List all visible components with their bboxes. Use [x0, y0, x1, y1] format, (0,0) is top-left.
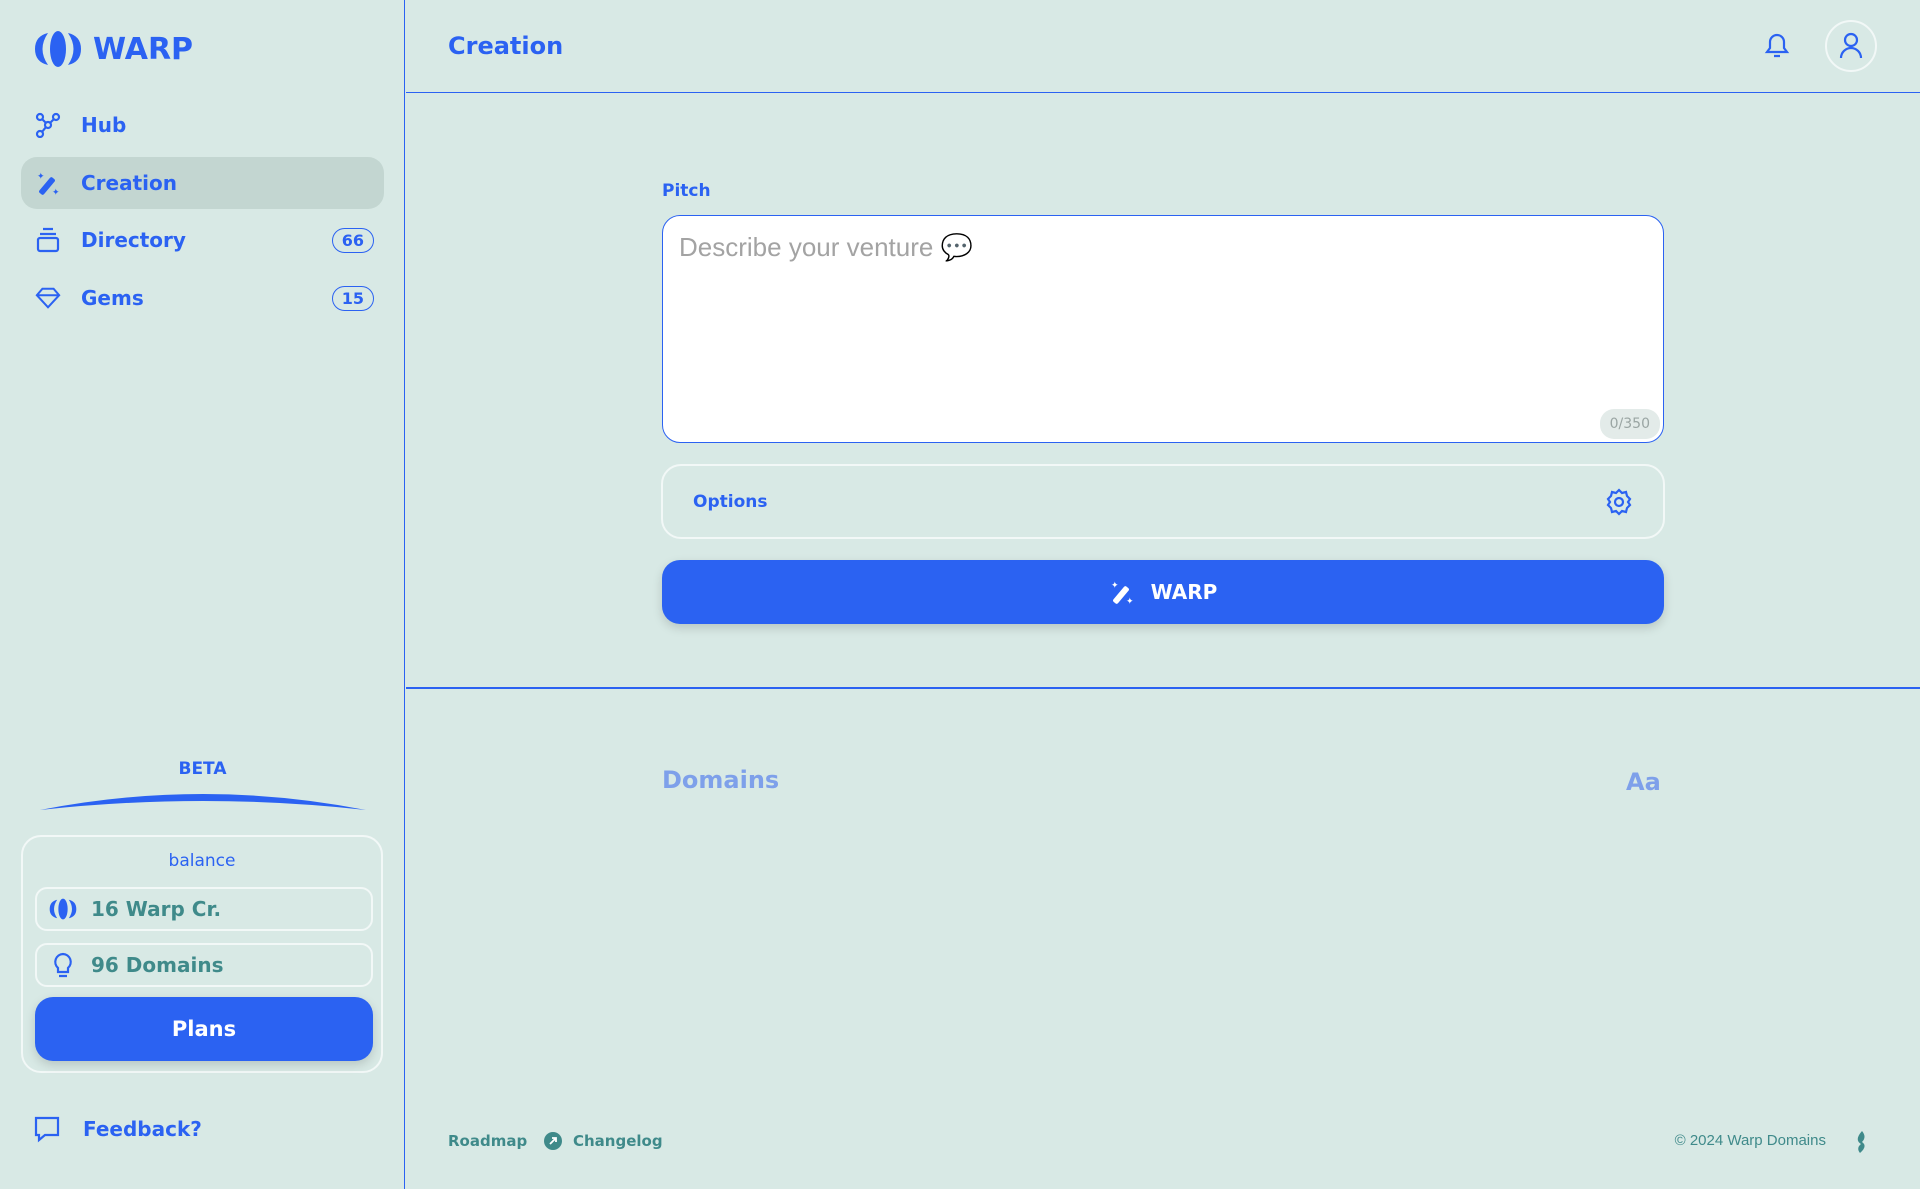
font-toggle-button[interactable]: Aa	[1626, 768, 1661, 796]
external-link-icon	[544, 1132, 562, 1150]
copyright: © 2024 Warp Domains	[1674, 1132, 1826, 1149]
balance-title: balance	[168, 851, 236, 871]
credits-text: 16 Warp Cr.	[91, 897, 222, 921]
chat-icon	[34, 1116, 60, 1143]
archive-icon	[35, 227, 61, 253]
sidebar: WARP Hub ✦ ✦ Creation Directory 66 Gems 1…	[0, 0, 405, 1189]
beta-arc-decoration	[40, 794, 366, 810]
svg-text:✦: ✦	[52, 188, 60, 196]
lightbulb-icon	[54, 952, 72, 978]
magic-wand-icon: ✦✦	[35, 170, 61, 196]
svg-text:✦: ✦	[37, 172, 45, 182]
warp-button-label: WARP	[1150, 580, 1218, 604]
options-toggle[interactable]: Options	[661, 464, 1665, 539]
section-divider	[406, 687, 1920, 689]
brand-flame-icon	[1857, 1131, 1865, 1153]
domains-text: 96 Domains	[91, 953, 224, 977]
page-title: Creation	[448, 32, 564, 60]
user-icon	[1839, 32, 1863, 59]
user-avatar-button[interactable]	[1825, 20, 1877, 72]
character-counter: 0/350	[1599, 409, 1660, 439]
domains-balance: 96 Domains	[35, 943, 373, 987]
bell-icon[interactable]	[1764, 32, 1790, 60]
gem-icon	[35, 285, 61, 311]
balance-card: balance 16 Warp Cr. 96 Domains Plans	[21, 835, 383, 1073]
sidebar-item-hub[interactable]: Hub	[21, 99, 384, 151]
beta-label: BETA	[178, 759, 227, 779]
sidebar-item-label: Directory	[81, 228, 186, 252]
roadmap-link[interactable]: Roadmap	[448, 1132, 527, 1150]
app-name: WARP	[93, 31, 194, 67]
changelog-link[interactable]: Changelog	[573, 1132, 663, 1150]
warp-button[interactable]: ✦ ✦ WARP	[662, 560, 1664, 624]
gems-count-badge: 15	[331, 285, 374, 311]
top-bar	[406, 0, 1920, 93]
sidebar-item-label: Creation	[81, 171, 177, 195]
gear-icon[interactable]	[1605, 487, 1633, 516]
logo[interactable]: WARP	[31, 30, 193, 68]
sidebar-item-directory[interactable]: Directory 66	[21, 214, 384, 266]
sidebar-item-creation[interactable]: ✦ ✦ Creation	[21, 157, 384, 209]
sidebar-item-gems[interactable]: Gems 15	[21, 272, 384, 324]
plans-button[interactable]: Plans	[35, 997, 373, 1061]
pitch-input[interactable]	[663, 216, 1663, 442]
domains-heading: Domains	[662, 766, 780, 794]
credits-balance: 16 Warp Cr.	[35, 887, 373, 931]
magic-wand-icon: ✦✦	[1111, 581, 1134, 605]
directory-count-badge: 66	[331, 227, 374, 253]
warp-logo-icon	[35, 31, 81, 67]
svg-text:✦: ✦	[1111, 581, 1119, 591]
hub-icon	[35, 112, 61, 138]
pitch-label: Pitch	[662, 181, 711, 201]
pitch-field: 0/350	[662, 215, 1664, 443]
feedback-link[interactable]: Feedback?	[33, 1115, 202, 1143]
svg-text:✦: ✦	[1126, 597, 1134, 605]
options-label: Options	[693, 491, 768, 512]
warp-credit-icon	[49, 898, 77, 920]
sidebar-item-label: Gems	[81, 286, 144, 310]
feedback-label: Feedback?	[83, 1117, 202, 1141]
sidebar-item-label: Hub	[81, 113, 127, 137]
